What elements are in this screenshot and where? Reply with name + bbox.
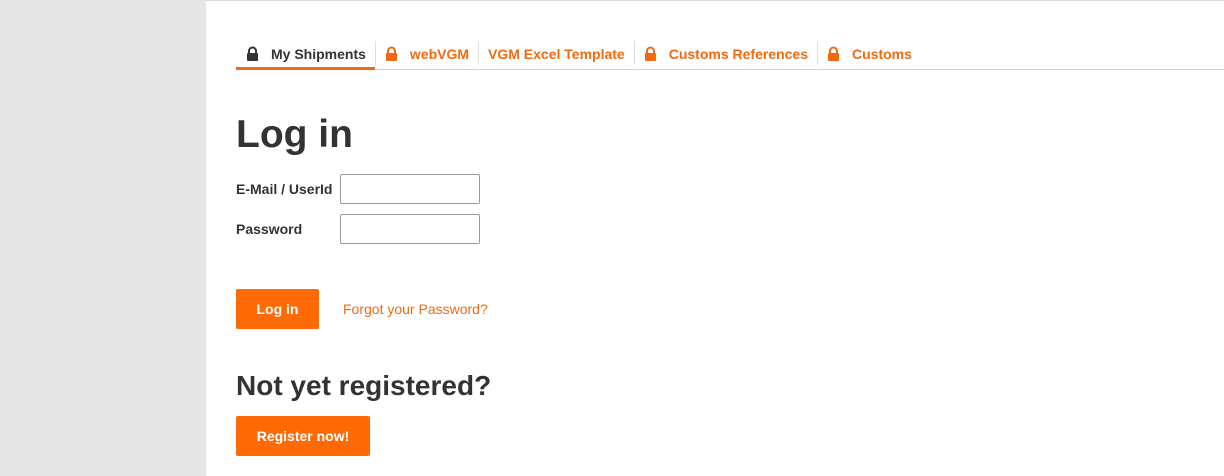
email-field[interactable] [340,174,480,204]
lock-icon [247,46,258,61]
tab-label: VGM Excel Template [488,45,625,62]
tab-bar: My Shipments webVGM VGM Excel Template C… [236,40,1224,70]
lock-icon [828,46,839,61]
page-title: Log in [236,113,353,156]
password-label: Password [236,221,303,237]
email-label: E-Mail / UserId [236,181,333,197]
login-button[interactable]: Log in [236,289,319,329]
left-gutter [0,0,206,476]
tab-my-shipments[interactable]: My Shipments [236,40,375,70]
tab-customs[interactable]: Customs [817,40,921,67]
tab-label: webVGM [409,45,470,62]
lock-icon [385,46,397,61]
register-heading: Not yet registered? [236,370,492,401]
tab-label: Customs References [668,45,808,62]
tab-customs-references[interactable]: Customs References [633,40,817,67]
tab-webvgm[interactable]: webVGM [374,40,478,67]
main-content: My Shipments webVGM VGM Excel Template C… [206,0,1224,476]
lock-icon [644,46,656,61]
email-row: E-Mail / UserId [236,174,480,204]
register-button[interactable]: Register now! [236,416,370,456]
tab-label: Customs [852,45,912,62]
forgot-password-link[interactable]: Forgot your Password? [343,301,488,317]
tab-label: My Shipments [271,45,366,62]
tab-vgm-excel-template[interactable]: VGM Excel Template [478,40,634,67]
password-field[interactable] [340,214,480,244]
password-row: Password [236,214,480,244]
